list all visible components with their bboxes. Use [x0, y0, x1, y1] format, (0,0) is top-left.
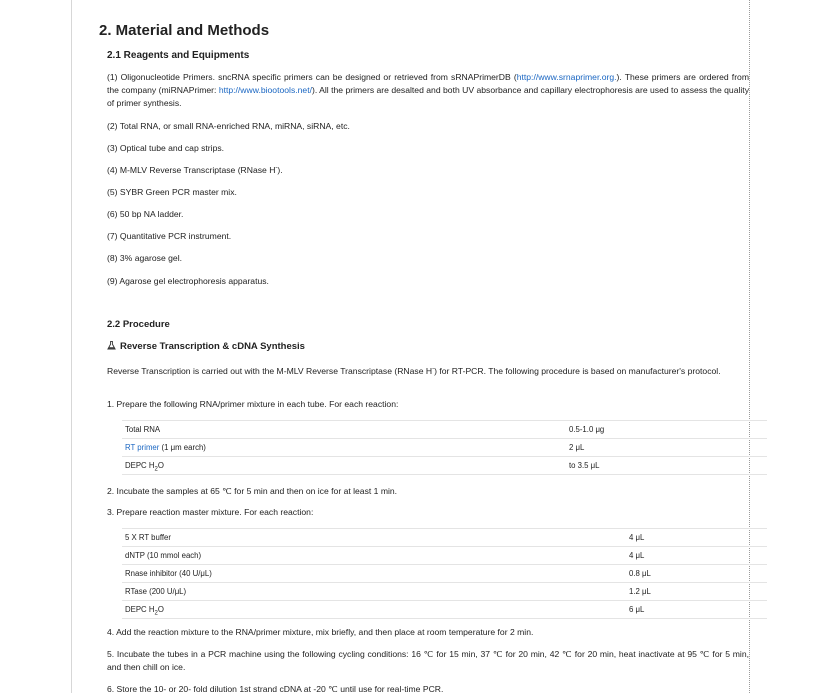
table-cell-name: Total RNA — [125, 425, 161, 434]
procedure-intro: Reverse Transcription is carried out wit… — [107, 365, 721, 376]
reagents-item-2: (2) Total RNA, or small RNA-enriched RNA… — [107, 121, 350, 131]
table-row: RTase (200 U/μL) 1.2 μL — [122, 583, 767, 601]
table-row: RT primer (1 μm earch) 2 μL — [122, 439, 767, 457]
reagents-item-9: (9) Agarose gel electrophoresis apparatu… — [107, 276, 269, 286]
table-cell-value: 4 μL — [629, 551, 645, 560]
document-page: 2. Material and Methods 2.1 Reagents and… — [71, 0, 767, 694]
step-1: 1. Prepare the following RNA/primer mixt… — [107, 399, 399, 409]
reagents-item-1: (1) Oligonucleotide Primers. sncRNA spec… — [107, 72, 749, 108]
table-cell-name: RTase (200 U/μL) — [125, 587, 187, 596]
step-2: 2. Incubate the samples at 65 ℃ for 5 mi… — [107, 486, 398, 496]
rna-primer-table: Total RNA 0.5-1.0 μg RT primer (1 μm ear… — [122, 420, 767, 475]
table-row: DEPC H2O 6 μL — [122, 601, 767, 619]
step-5: 5. Incubate the tubes in a PCR machine u… — [107, 649, 749, 672]
rt-primer-link[interactable]: RT primer — [125, 443, 159, 452]
table-cell-value: 2 μL — [569, 443, 585, 452]
table-row: Total RNA 0.5-1.0 μg — [122, 421, 767, 439]
flask-icon — [107, 341, 116, 350]
reagents-item-5: (5) SYBR Green PCR master mix. — [107, 187, 237, 197]
procedure-heading: 2.2 Procedure — [107, 319, 170, 330]
master-mix-table: 5 X RT buffer 4 μL dNTP (10 mmol each) 4… — [122, 528, 767, 619]
section-title: 2. Material and Methods — [99, 22, 270, 39]
reagents-item-8: (8) 3% agarose gel. — [107, 253, 182, 263]
table-cell-name: RT primer (1 μm earch) — [125, 443, 206, 452]
table-cell-value: 1.2 μL — [629, 587, 651, 596]
reagents-item-6: (6) 50 bp NA ladder. — [107, 209, 184, 219]
step-3: 3. Prepare reaction master mixture. For … — [107, 507, 314, 517]
biootools-link[interactable]: http://www.biootools.net/ — [219, 85, 312, 95]
table-cell-name: Rnase inhibitor (40 U/μL) — [125, 569, 212, 578]
table-row: dNTP (10 mmol each) 4 μL — [122, 547, 767, 565]
step-6: 6. Store the 10- or 20- fold dilution 1s… — [107, 684, 444, 694]
table-cell-value: 0.8 μL — [629, 569, 651, 578]
srnaprimerdb-link[interactable]: http://www.srnaprimer.org. — [517, 72, 617, 82]
table-cell-value: 4 μL — [629, 533, 645, 542]
table-row: 5 X RT buffer 4 μL — [122, 529, 767, 547]
table-cell-name: 5 X RT buffer — [125, 533, 171, 542]
table-cell-name: DEPC H2O — [125, 461, 164, 473]
table-row: Rnase inhibitor (40 U/μL) 0.8 μL — [122, 565, 767, 583]
reagents-item-3: (3) Optical tube and cap strips. — [107, 143, 225, 153]
reagents-item-7: (7) Quantitative PCR instrument. — [107, 231, 232, 241]
table-cell-value: to 3.5 μL — [569, 461, 600, 470]
reagents-item-4: (4) M-MLV Reverse Transcriptase (RNase H… — [107, 165, 283, 175]
table-cell-value: 0.5-1.0 μg — [569, 425, 605, 434]
step-4: 4. Add the reaction mixture to the RNA/p… — [107, 627, 534, 637]
table-cell-value: 6 μL — [629, 605, 645, 614]
table-cell-name: DEPC H2O — [125, 605, 164, 617]
table-cell-name: dNTP (10 mmol each) — [125, 551, 202, 560]
procedure-subheading: Reverse Transcription & cDNA Synthesis — [107, 341, 305, 352]
table-row: DEPC H2O to 3.5 μL — [122, 457, 767, 475]
reagents-heading: 2.1 Reagents and Equipments — [107, 50, 250, 61]
